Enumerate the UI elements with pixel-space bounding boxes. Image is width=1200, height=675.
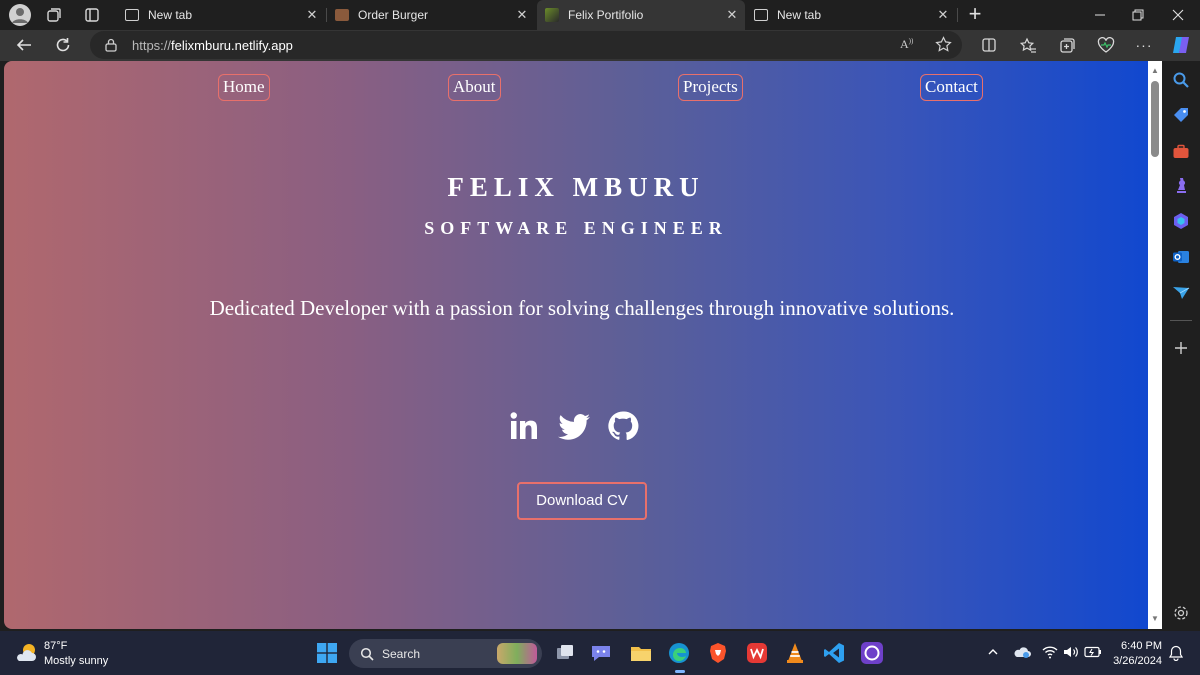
github-icon[interactable] [607,410,639,442]
tab-divider [957,8,958,22]
address-bar[interactable]: https://felixmburu.netlify.app A)) [90,31,962,59]
download-cv-button[interactable]: Download CV [517,482,647,520]
workspaces-icon[interactable] [46,7,62,23]
nav-projects[interactable]: Projects [678,74,743,101]
nav-contact[interactable]: Contact [920,74,983,101]
file-explorer-icon[interactable] [629,641,653,665]
url-text[interactable]: https://felixmburu.netlify.app [132,38,293,53]
scroll-down-arrow-icon[interactable]: ▼ [1150,614,1160,623]
burger-favicon-icon [335,9,349,21]
search-highlight-image [497,643,537,664]
sidebar-divider [1170,320,1192,321]
tab-title: Felix Portifolio [568,8,644,22]
collections-icon[interactable] [1057,35,1077,55]
games-chess-icon[interactable] [1172,177,1190,195]
weather-sunny-icon[interactable] [15,641,39,665]
copilot-icon[interactable] [1170,34,1192,56]
nav-about[interactable]: About [448,74,501,101]
volume-icon[interactable] [1063,645,1079,659]
close-icon[interactable]: ✕ [725,8,739,22]
windows-start-icon[interactable] [317,643,337,663]
wifi-icon[interactable] [1042,645,1058,659]
taskbar-search-box[interactable]: Search [349,639,542,668]
scroll-up-arrow-icon[interactable]: ▲ [1150,66,1160,75]
browser-essentials-icon[interactable] [1096,35,1116,55]
tab-order-burger[interactable]: Order Burger ✕ [327,0,535,30]
battery-icon[interactable] [1084,646,1102,658]
hero-name: FELIX MBURU [447,172,705,202]
tab-title: New tab [148,8,193,22]
windows-taskbar: 87°F Mostly sunny Search 6:40 PM 3/26/20… [0,631,1200,675]
tab-title: Order Burger [358,8,429,22]
more-menu-icon[interactable]: ··· [1134,35,1154,55]
weather-description[interactable]: Mostly sunny [44,655,108,667]
drop-send-icon[interactable] [1172,283,1190,301]
vscode-icon[interactable] [822,641,846,665]
vlc-player-icon[interactable] [783,641,807,665]
page-scrollbar[interactable]: ▲ ▼ [1148,61,1162,629]
close-window-button[interactable] [1156,0,1200,30]
copilot-sidebar-icon[interactable] [1172,212,1190,230]
back-button[interactable] [14,35,34,55]
page-icon [754,9,768,21]
add-sidebar-app-icon[interactable] [1172,339,1190,357]
task-view-icon[interactable] [553,641,577,665]
page-viewport: Home About Projects Contact FELIX MBURU … [4,61,1148,629]
page-icon [125,9,139,21]
refresh-button[interactable] [53,35,73,55]
twitter-icon[interactable] [557,410,591,442]
read-aloud-icon[interactable]: A)) [900,37,913,52]
weather-temperature[interactable]: 87°F [44,640,67,652]
tab-new-tab-1[interactable]: New tab ✕ [115,0,325,30]
teams-chat-icon[interactable] [589,641,613,665]
brave-browser-icon[interactable] [706,641,730,665]
clock-time[interactable]: 6:40 PM [1112,640,1162,652]
scroll-thumb[interactable] [1151,81,1159,157]
close-icon[interactable]: ✕ [936,8,950,22]
search-icon[interactable] [1172,71,1190,89]
search-label: Search [382,647,421,661]
hero-tagline: Dedicated Developer with a passion for s… [209,296,955,320]
tab-title: New tab [777,8,822,22]
favorite-star-icon[interactable] [935,36,952,53]
outlook-icon[interactable] [1172,248,1190,266]
active-app-indicator [675,670,685,673]
show-hidden-icons-chevron-icon[interactable] [987,646,999,658]
clock-date[interactable]: 3/26/2024 [1102,655,1162,667]
nav-home[interactable]: Home [218,74,270,101]
hero-role: SOFTWARE ENGINEER [424,218,728,238]
tools-briefcase-icon[interactable] [1172,143,1190,161]
edge-browser-icon[interactable] [667,641,691,665]
onedrive-cloud-icon[interactable] [1013,645,1031,659]
linkedin-icon[interactable] [508,410,540,442]
new-tab-button[interactable]: + [964,2,986,28]
profile-avatar[interactable] [9,4,31,26]
tab-new-tab-2[interactable]: New tab ✕ [746,0,956,30]
wps-office-icon[interactable] [745,641,769,665]
browser-toolbar: https://felixmburu.netlify.app A)) ··· [0,30,1200,61]
split-screen-icon[interactable] [979,35,999,55]
tab-strip: New tab ✕ Order Burger ✕ Felix Portifoli… [0,0,1200,30]
shopping-tag-icon[interactable] [1172,106,1190,124]
search-icon [360,647,374,661]
github-desktop-icon[interactable] [860,641,884,665]
favorites-icon[interactable] [1018,35,1038,55]
edge-sidebar [1162,61,1200,629]
sidebar-settings-icon[interactable] [1172,604,1190,622]
lock-icon[interactable] [105,38,117,52]
notifications-bell-icon[interactable] [1169,645,1183,661]
close-icon[interactable]: ✕ [305,8,319,22]
restore-button[interactable] [1116,0,1160,30]
vertical-tabs-icon[interactable] [84,7,100,23]
close-icon[interactable]: ✕ [515,8,529,22]
portfolio-favicon-icon [545,8,559,22]
tab-felix-portfolio[interactable]: Felix Portifolio ✕ [537,0,745,30]
